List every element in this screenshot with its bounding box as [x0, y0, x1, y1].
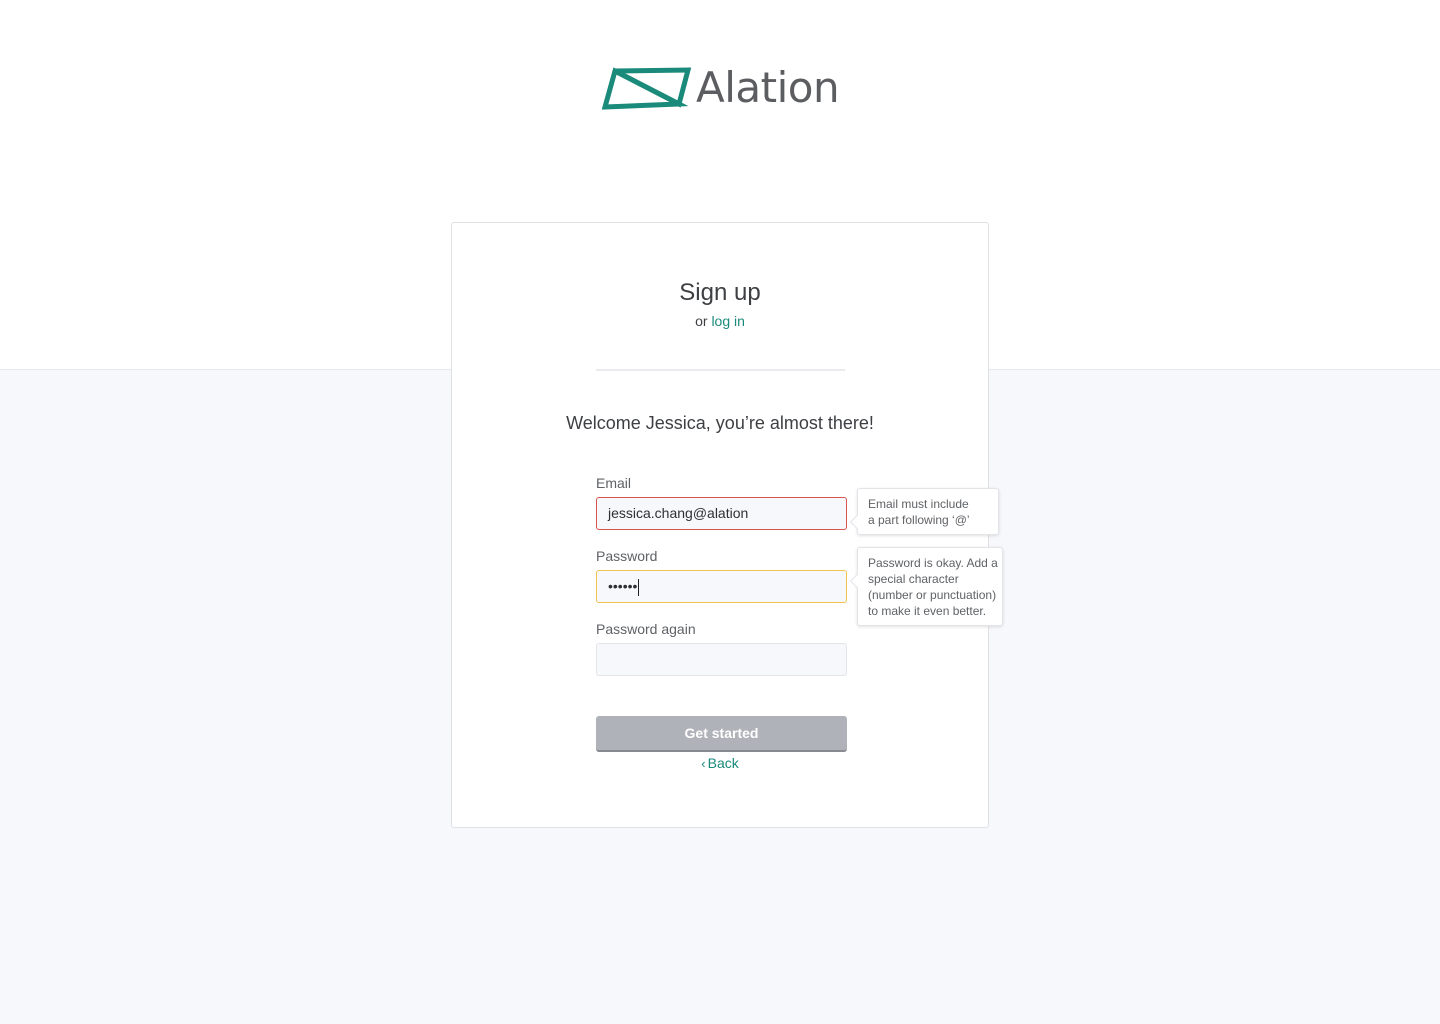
alation-bowtie-logo-icon — [602, 67, 692, 110]
tooltip-line: Password is okay. Add a — [868, 556, 998, 570]
get-started-button[interactable]: Get started — [596, 716, 847, 752]
login-prompt-prefix: or — [695, 313, 708, 329]
login-prompt: or log in — [452, 313, 988, 329]
brand-name: Alation — [696, 63, 840, 112]
tooltip-line: Email must include — [868, 497, 969, 511]
divider — [596, 369, 845, 371]
email-field[interactable]: jessica.chang@alation — [596, 497, 847, 530]
back-label: Back — [707, 755, 739, 771]
tooltip-line: (number or punctuation) — [868, 588, 997, 602]
tooltip-line: a part following ‘@’ — [868, 513, 970, 527]
password-field[interactable]: •••••• — [596, 570, 847, 603]
tooltip-line: to make it even better. — [868, 604, 987, 618]
chevron-left-icon: ‹ — [701, 756, 706, 771]
password-again-label: Password again — [596, 621, 696, 637]
password-value: •••••• — [608, 578, 638, 594]
tooltip-line: special character — [868, 572, 959, 586]
email-label: Email — [596, 475, 632, 491]
back-link[interactable]: ‹ Back — [452, 755, 988, 771]
welcome-message: Welcome Jessica, you’re almost there! — [566, 413, 874, 433]
text-cursor — [638, 578, 640, 596]
brand-logo: Alation — [602, 62, 840, 114]
signup-page: Alation Sign up or log in Welcome Jessic… — [0, 0, 1440, 1024]
email-value: jessica.chang@alation — [608, 505, 749, 521]
password-label: Password — [596, 548, 658, 564]
page-title: Sign up — [679, 279, 761, 306]
login-link[interactable]: log in — [711, 313, 744, 329]
email-error-tooltip: Email must include a part following ‘@’ — [857, 488, 999, 535]
password-strength-tooltip: Password is okay. Add a special characte… — [857, 547, 1003, 626]
password-again-field[interactable] — [596, 643, 847, 676]
